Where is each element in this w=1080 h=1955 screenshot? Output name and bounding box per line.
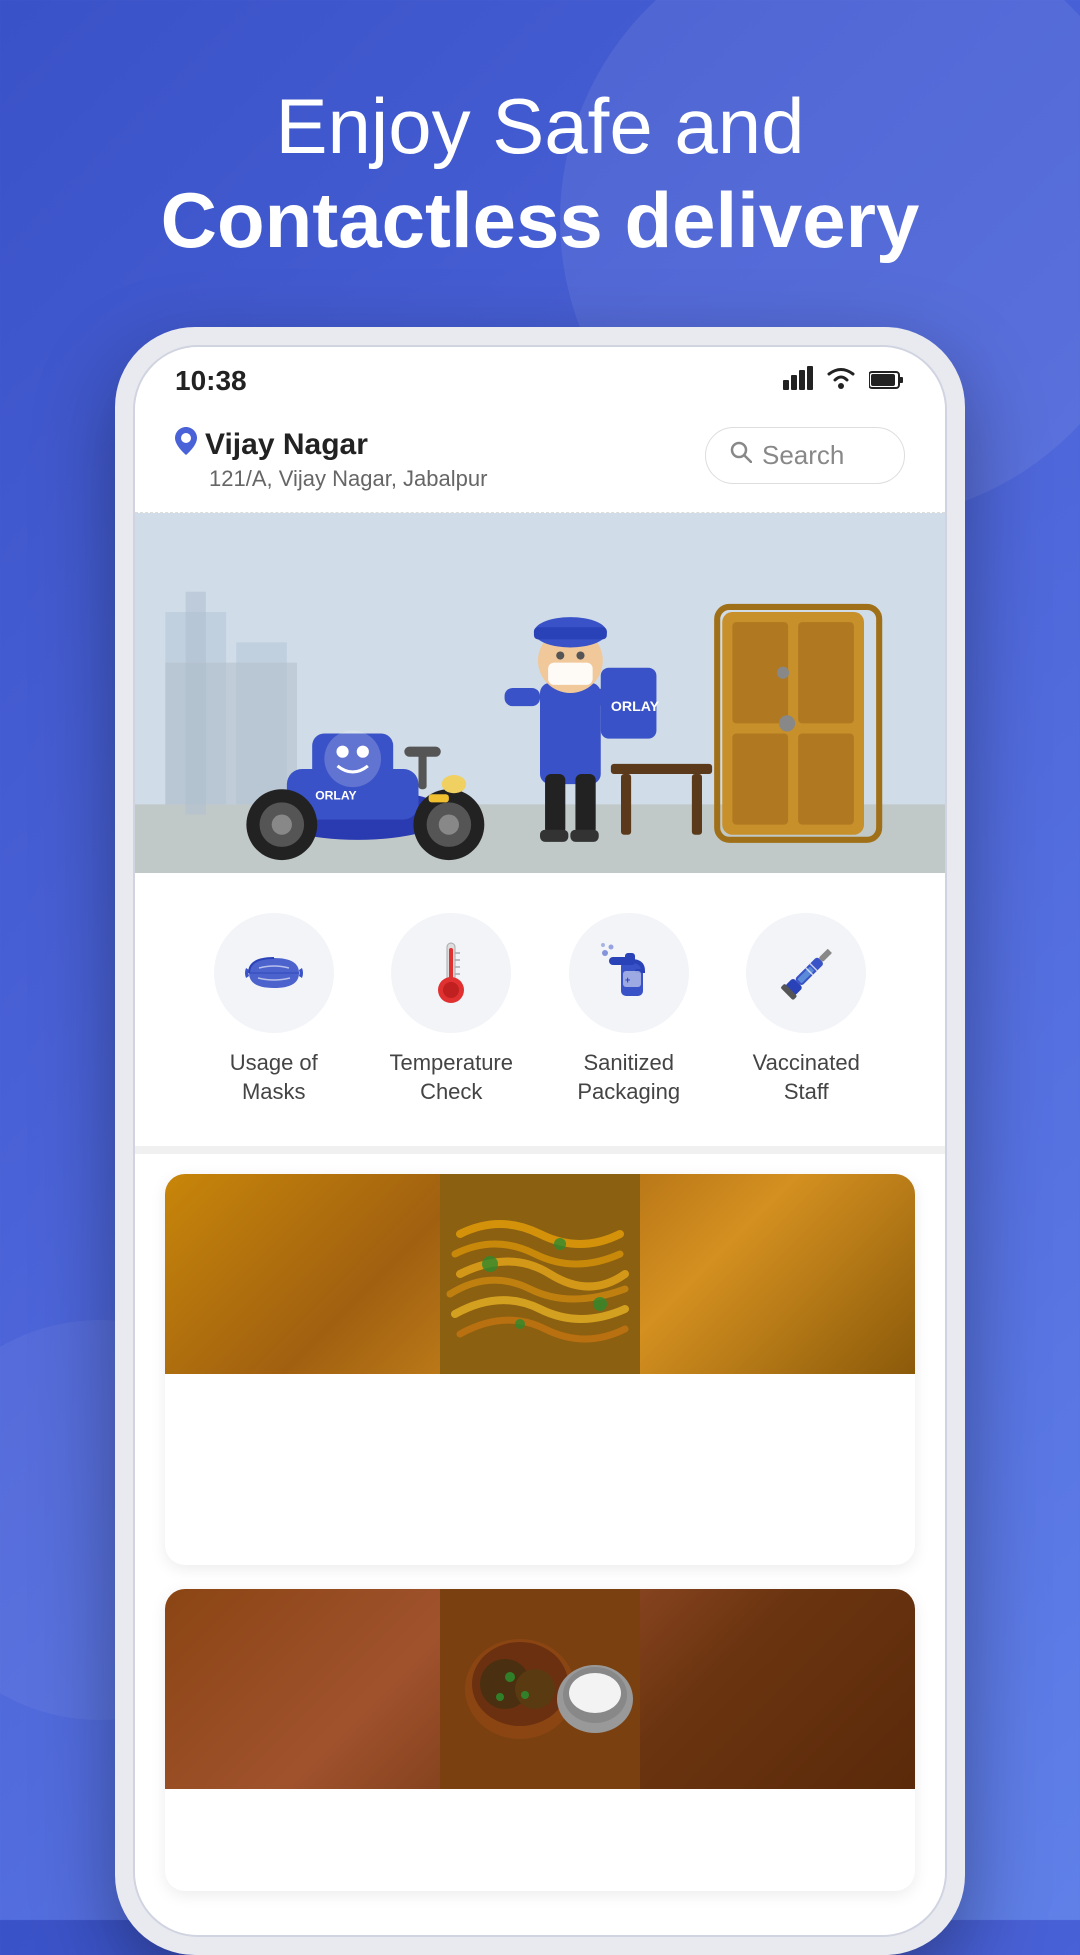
vaccinated-icon-circle bbox=[746, 913, 866, 1033]
location-name-text: Vijay Nagar bbox=[205, 428, 368, 462]
dosa-restaurant-image bbox=[165, 1589, 915, 1789]
location-pin-icon bbox=[175, 427, 197, 462]
battery-icon bbox=[869, 366, 905, 397]
hero-line2: Contactless delivery bbox=[60, 174, 1020, 268]
status-time: 10:38 bbox=[175, 365, 247, 397]
banner: ORLAY bbox=[135, 513, 945, 873]
location-name: Vijay Nagar bbox=[175, 427, 487, 462]
restaurant-card-chinese[interactable]: Chinese Restaurant ▲ Chinese, Italian, S… bbox=[165, 1174, 915, 1565]
masks-icon-circle bbox=[214, 913, 334, 1033]
temp-label: TemperatureCheck bbox=[389, 1049, 513, 1106]
phone-mockup: 10:38 bbox=[115, 327, 965, 1955]
restaurant-card-dosa[interactable]: Dosa Palace ▲ South Indian, Chaat... 📍 D… bbox=[165, 1589, 915, 1891]
svg-text:+: + bbox=[625, 975, 630, 985]
hero-section: Enjoy Safe and Contactless delivery bbox=[0, 0, 1080, 307]
search-box[interactable]: Search bbox=[705, 427, 905, 484]
chinese-restaurant-image bbox=[165, 1174, 915, 1374]
search-icon bbox=[730, 441, 752, 470]
signal-icon bbox=[783, 366, 813, 397]
packaging-label: SanitizedPackaging bbox=[577, 1049, 680, 1106]
safety-item-vaccinated: VaccinatedStaff bbox=[726, 913, 886, 1106]
hero-line1: Enjoy Safe and bbox=[275, 82, 804, 170]
location-info[interactable]: Vijay Nagar 121/A, Vijay Nagar, Jabalpur bbox=[175, 427, 487, 492]
phone-screen: 10:38 bbox=[133, 345, 947, 1937]
svg-text:ORLAY: ORLAY bbox=[315, 789, 356, 803]
temp-icon-circle bbox=[391, 913, 511, 1033]
safety-section: Usage ofMasks Tempera bbox=[135, 873, 945, 1154]
status-bar: 10:38 bbox=[135, 347, 945, 407]
vaccinated-label: VaccinatedStaff bbox=[753, 1049, 860, 1106]
svg-text:ORLAY: ORLAY bbox=[611, 699, 660, 715]
restaurants-section: Chinese Restaurant ▲ Chinese, Italian, S… bbox=[135, 1154, 945, 1935]
safety-item-packaging: + SanitizedPackaging bbox=[549, 913, 709, 1106]
safety-item-temp: TemperatureCheck bbox=[371, 913, 531, 1106]
masks-label: Usage ofMasks bbox=[230, 1049, 318, 1106]
safety-item-masks: Usage ofMasks bbox=[194, 913, 354, 1106]
wifi-icon bbox=[825, 366, 857, 397]
search-label: Search bbox=[762, 440, 844, 471]
app-header: Vijay Nagar 121/A, Vijay Nagar, Jabalpur… bbox=[135, 407, 945, 513]
status-icons bbox=[783, 366, 905, 397]
location-address: 121/A, Vijay Nagar, Jabalpur bbox=[175, 466, 487, 492]
packaging-icon-circle: + bbox=[569, 913, 689, 1033]
